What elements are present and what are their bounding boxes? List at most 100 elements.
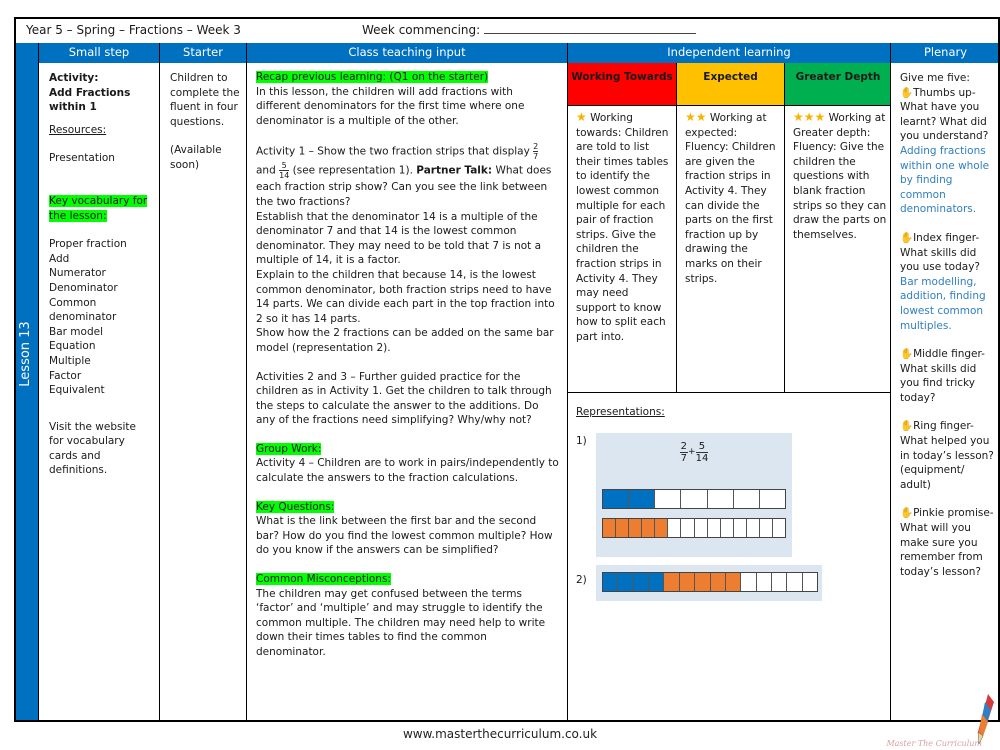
rep-1-fraction-b: 5 14 xyxy=(695,441,709,464)
starter-text: Children to complete the fluent in four … xyxy=(170,72,240,128)
strip-part xyxy=(603,573,619,591)
strip-part xyxy=(603,519,617,537)
week-commencing-label: Week commencing: xyxy=(362,23,481,37)
strip-part xyxy=(618,573,634,591)
pencil-logo-icon xyxy=(977,694,994,745)
activity-label: Activity: xyxy=(49,72,99,84)
strip-part xyxy=(664,573,680,591)
activity-1-text: Activity 1 – Show the two fraction strip… xyxy=(256,142,559,209)
strip-part xyxy=(747,519,760,537)
week-commencing: Week commencing: xyxy=(362,23,697,37)
strip-part xyxy=(655,519,669,537)
strip-part xyxy=(681,490,708,508)
misconceptions-text: The children may get confused between th… xyxy=(256,587,546,658)
star-icon: ★★ xyxy=(685,110,707,124)
plan-title: Year 5 – Spring – Fractions – Week 3 xyxy=(26,23,241,37)
lesson-number: Lesson 13 xyxy=(18,321,33,387)
strip-part xyxy=(710,573,726,591)
group-work-heading: Group Work: xyxy=(256,442,322,455)
level-text: Children are told to list their times ta… xyxy=(576,126,669,343)
fraction-strip-sevenths xyxy=(602,489,786,509)
resources-value: Presentation xyxy=(49,152,115,165)
plenary-item: ✋Thumbs up- What have you learnt? What d… xyxy=(900,86,989,143)
activity-name-2: within 1 xyxy=(49,101,97,114)
strip-part xyxy=(708,490,734,508)
strip-part xyxy=(803,573,817,591)
rep-1-equation: 2 7 +5 14 xyxy=(596,441,792,464)
header-small-step: Small step xyxy=(38,43,159,63)
rep-2-label: 2) xyxy=(576,574,587,586)
expected-task: ★★ Working at expected: Fluency: Childre… xyxy=(676,105,784,393)
strip-part xyxy=(725,573,742,591)
level-text: Fluency: Give the children the questions… xyxy=(793,141,887,241)
activity-name-1: Add Fractions xyxy=(49,86,131,99)
vocab-item: Common xyxy=(49,296,97,309)
level-working-towards: Working Towards xyxy=(568,63,676,105)
star-icon: ★★★ xyxy=(793,110,826,124)
representation-1: 2 7 +5 14 xyxy=(596,433,792,557)
misconceptions-heading: Common Misconceptions: xyxy=(256,573,391,586)
strip-part xyxy=(734,490,760,508)
strip-part xyxy=(734,519,747,537)
combined-fraction-strip xyxy=(602,572,818,592)
star-icon: ★ xyxy=(576,110,587,124)
plenary-item: ✋Middle finger- What skills did you find… xyxy=(900,348,985,404)
plenary-intro: Give me five: xyxy=(900,72,970,84)
starter-note: (Available soon) xyxy=(170,144,222,171)
strip-part xyxy=(603,490,630,508)
vocab-item: denominator xyxy=(49,311,117,324)
working-towards-task: ★ Working towards: Children are told to … xyxy=(568,105,676,393)
strip-part xyxy=(695,519,708,537)
strip-part xyxy=(668,519,682,537)
strip-part xyxy=(655,490,682,508)
level-text: Fluency: Children are given the fraction… xyxy=(685,141,776,285)
week-commencing-blank xyxy=(484,23,697,34)
header-independent: Independent learning xyxy=(567,43,890,63)
vocab-item: Equivalent xyxy=(49,384,105,397)
strip-part xyxy=(616,519,630,537)
strip-part xyxy=(679,573,696,591)
vocab-item: Multiple xyxy=(49,354,91,367)
fraction-five-fourteenths: 5 14 xyxy=(279,161,290,181)
column-header-row: Small step Starter Class teaching input … xyxy=(16,43,998,63)
strip-part xyxy=(772,573,788,591)
independent-learning-column: Working Towards Expected Greater Depth ★… xyxy=(567,63,891,720)
resources-label: Resources: xyxy=(49,123,107,136)
strip-part xyxy=(760,519,774,537)
key-questions-text: What is the link between the first bar a… xyxy=(256,515,553,557)
brand-name: Master The Curriculum xyxy=(886,739,982,748)
strip-part xyxy=(695,573,711,591)
hand-icon: ✋ xyxy=(900,348,914,361)
and-word: and xyxy=(256,164,276,177)
vocab-item: Equation xyxy=(49,340,96,353)
group-work-text: Activity 4 – Children are to work in pai… xyxy=(256,457,559,485)
hand-icon: ✋ xyxy=(900,507,914,520)
level-expected: Expected xyxy=(676,63,784,105)
strip-part xyxy=(633,573,650,591)
vocab-item: Numerator xyxy=(49,267,106,280)
explain-text: Explain to the children that because 14,… xyxy=(256,268,555,325)
representations-label: Representations: xyxy=(576,406,665,418)
strip-part xyxy=(787,573,803,591)
footer-url[interactable]: www.masterthecurriculum.co.uk xyxy=(0,727,1000,741)
hand-icon: ✋ xyxy=(900,420,914,433)
establish-text: Establish that the denominator 14 is a m… xyxy=(256,210,542,267)
lesson-sidebar: Lesson 13 xyxy=(16,43,38,720)
website-note: Visit the website for vocabulary cards a… xyxy=(49,420,136,477)
partner-talk-label: Partner Talk: xyxy=(416,164,493,177)
hand-icon: ✋ xyxy=(900,231,914,244)
strip-part xyxy=(760,490,785,508)
vocab-item: Proper fraction xyxy=(49,238,127,251)
strip-part xyxy=(721,519,734,537)
activity-1-ref: (see representation 1). xyxy=(292,164,413,177)
teaching-intro: In this lesson, the children will add fr… xyxy=(256,85,525,127)
vocab-item: Bar model xyxy=(49,325,103,338)
representation-2 xyxy=(596,565,822,601)
vocab-item: Denominator xyxy=(49,281,118,294)
strip-part xyxy=(757,573,772,591)
plenary-item: ✋Pinkie promise- What will you make sure… xyxy=(900,507,994,578)
header-starter: Starter xyxy=(159,43,246,63)
strip-part xyxy=(773,519,785,537)
vocab-heading-1: Key vocabulary for xyxy=(49,194,148,207)
recap-heading: Recap previous learning: (Q1 on the star… xyxy=(256,71,489,83)
